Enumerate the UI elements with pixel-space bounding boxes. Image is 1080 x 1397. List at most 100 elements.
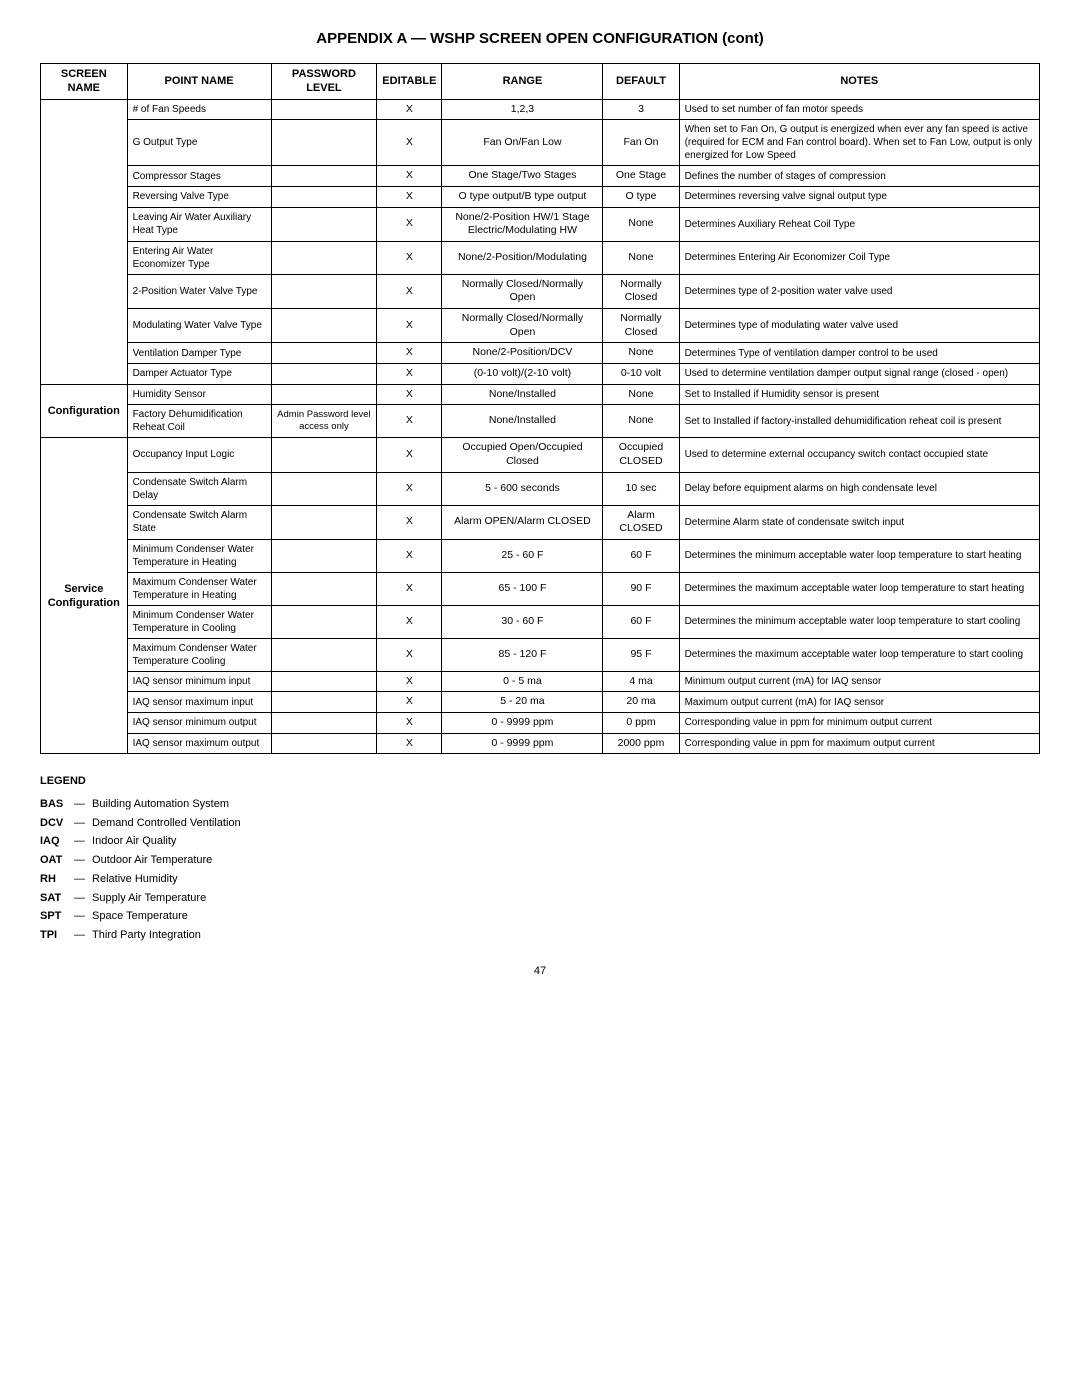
default-cell: 10 sec: [603, 472, 679, 505]
default-cell: 0 ppm: [603, 713, 679, 734]
table-row: Factory Dehumidification Reheat CoilAdmi…: [41, 405, 1040, 438]
default-cell: None: [603, 241, 679, 274]
password-cell: [271, 166, 377, 187]
table-row: Entering Air Water Economizer TypeXNone/…: [41, 241, 1040, 274]
legend-desc: Supply Air Temperature: [89, 889, 206, 908]
range-cell: (0-10 volt)/(2-10 volt): [442, 364, 603, 385]
legend-desc: Demand Controlled Ventilation: [89, 814, 241, 833]
legend-abbr: SAT: [40, 889, 70, 908]
point-name-cell: G Output Type: [127, 120, 271, 166]
password-cell: [271, 274, 377, 308]
col-editable: EDITABLE: [377, 64, 442, 100]
password-cell: [271, 539, 377, 572]
notes-cell: Determine Alarm state of condensate swit…: [679, 505, 1039, 539]
table-row: Minimum Condenser Water Temperature in H…: [41, 539, 1040, 572]
password-cell: [271, 605, 377, 638]
default-cell: 60 F: [603, 539, 679, 572]
default-cell: 60 F: [603, 605, 679, 638]
password-cell: [271, 343, 377, 364]
password-cell: [271, 207, 377, 241]
range-cell: O type output/B type output: [442, 186, 603, 207]
editable-cell: X: [377, 241, 442, 274]
col-point-name: POINT NAME: [127, 64, 271, 100]
notes-cell: Corresponding value in ppm for maximum o…: [679, 733, 1039, 754]
table-row: IAQ sensor maximum inputX5 - 20 ma20 maM…: [41, 692, 1040, 713]
screen-name-cell: Configuration: [41, 384, 128, 438]
default-cell: None: [603, 405, 679, 438]
point-name-cell: Occupancy Input Logic: [127, 438, 271, 472]
legend-desc: Third Party Integration: [89, 926, 201, 945]
default-cell: 2000 ppm: [603, 733, 679, 754]
default-cell: O type: [603, 186, 679, 207]
notes-cell: Used to set number of fan motor speeds: [679, 99, 1039, 120]
point-name-cell: Condensate Switch Alarm Delay: [127, 472, 271, 505]
notes-cell: Determines the minimum acceptable water …: [679, 539, 1039, 572]
range-cell: 5 - 600 seconds: [442, 472, 603, 505]
table-row: Condensate Switch Alarm StateXAlarm OPEN…: [41, 505, 1040, 539]
range-cell: 0 - 9999 ppm: [442, 713, 603, 734]
table-row: # of Fan SpeedsX1,2,33Used to set number…: [41, 99, 1040, 120]
password-cell: [271, 692, 377, 713]
editable-cell: X: [377, 343, 442, 364]
screen-name-cell: [41, 99, 128, 384]
table-row: 2-Position Water Valve TypeXNormally Clo…: [41, 274, 1040, 308]
notes-cell: Delay before equipment alarms on high co…: [679, 472, 1039, 505]
notes-cell: When set to Fan On, G output is energize…: [679, 120, 1039, 166]
legend-dash: —: [74, 832, 85, 851]
range-cell: None/2-Position/DCV: [442, 343, 603, 364]
range-cell: Occupied Open/Occupied Closed: [442, 438, 603, 472]
editable-cell: X: [377, 472, 442, 505]
legend-item: SPT— Space Temperature: [40, 907, 1040, 926]
table-row: G Output TypeXFan On/Fan LowFan OnWhen s…: [41, 120, 1040, 166]
range-cell: 85 - 120 F: [442, 638, 603, 671]
table-row: Damper Actuator TypeX(0-10 volt)/(2-10 v…: [41, 364, 1040, 385]
range-cell: 1,2,3: [442, 99, 603, 120]
editable-cell: X: [377, 539, 442, 572]
default-cell: Fan On: [603, 120, 679, 166]
password-cell: [271, 713, 377, 734]
screen-name-cell: ServiceConfiguration: [41, 438, 128, 754]
legend-desc: Building Automation System: [89, 795, 229, 814]
default-cell: Normally Closed: [603, 309, 679, 343]
point-name-cell: # of Fan Speeds: [127, 99, 271, 120]
point-name-cell: IAQ sensor minimum input: [127, 671, 271, 692]
editable-cell: X: [377, 733, 442, 754]
table-row: IAQ sensor minimum inputX0 - 5 ma4 maMin…: [41, 671, 1040, 692]
legend-item: SAT— Supply Air Temperature: [40, 889, 1040, 908]
table-row: Minimum Condenser Water Temperature in C…: [41, 605, 1040, 638]
editable-cell: X: [377, 572, 442, 605]
config-table: SCREEN NAME POINT NAME PASSWORDLEVEL EDI…: [40, 63, 1040, 754]
legend-desc: Space Temperature: [89, 907, 188, 926]
password-cell: [271, 438, 377, 472]
legend-abbr: SPT: [40, 907, 70, 926]
editable-cell: X: [377, 99, 442, 120]
range-cell: None/2-Position/Modulating: [442, 241, 603, 274]
table-row: IAQ sensor maximum outputX0 - 9999 ppm20…: [41, 733, 1040, 754]
editable-cell: X: [377, 505, 442, 539]
legend-dash: —: [74, 795, 85, 814]
default-cell: Occupied CLOSED: [603, 438, 679, 472]
range-cell: None/2-Position HW/1 Stage Electric/Modu…: [442, 207, 603, 241]
editable-cell: X: [377, 120, 442, 166]
legend-abbr: DCV: [40, 814, 70, 833]
notes-cell: Determines type of modulating water valv…: [679, 309, 1039, 343]
point-name-cell: Maximum Condenser Water Temperature in H…: [127, 572, 271, 605]
notes-cell: Determines Entering Air Economizer Coil …: [679, 241, 1039, 274]
default-cell: One Stage: [603, 166, 679, 187]
legend-dash: —: [74, 926, 85, 945]
point-name-cell: Factory Dehumidification Reheat Coil: [127, 405, 271, 438]
legend-item: OAT— Outdoor Air Temperature: [40, 851, 1040, 870]
editable-cell: X: [377, 384, 442, 405]
legend-desc: Indoor Air Quality: [89, 832, 176, 851]
editable-cell: X: [377, 438, 442, 472]
point-name-cell: Damper Actuator Type: [127, 364, 271, 385]
point-name-cell: Humidity Sensor: [127, 384, 271, 405]
range-cell: 25 - 60 F: [442, 539, 603, 572]
page-number: 47: [40, 965, 1040, 977]
password-cell: [271, 638, 377, 671]
col-range: RANGE: [442, 64, 603, 100]
password-cell: Admin Password level access only: [271, 405, 377, 438]
table-row: Leaving Air Water Auxiliary Heat TypeXNo…: [41, 207, 1040, 241]
editable-cell: X: [377, 186, 442, 207]
notes-cell: Set to Installed if Humidity sensor is p…: [679, 384, 1039, 405]
